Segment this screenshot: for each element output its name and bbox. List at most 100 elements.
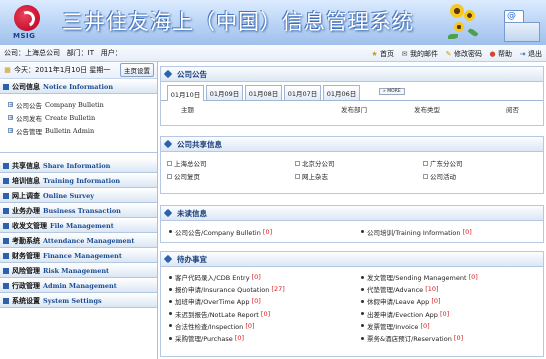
checkbox-icon bbox=[295, 173, 300, 179]
home-settings-button[interactable]: 主页设置 bbox=[120, 63, 154, 77]
sunflower-icon bbox=[450, 4, 464, 18]
expand-icon: + bbox=[8, 115, 14, 121]
shared-info-panel: 公司共享信息 上海总公司 北京分公司 广东分公司 公司复页 网上杂志 公司活动 bbox=[160, 136, 544, 194]
checkbox-icon bbox=[295, 160, 300, 166]
date-tabs: 01月10日 01月09日 01月08日 01月07日 01月06日 » MOR… bbox=[161, 82, 543, 101]
more-button[interactable]: » MORE bbox=[379, 88, 405, 95]
todo-item[interactable]: 未迟到报告/NotLate Report [0] bbox=[169, 308, 361, 320]
todo-panel: 待办事宜 客户代码录入/CDB Entry [0] 发文管理/Sending M… bbox=[160, 251, 544, 357]
todo-list: 客户代码录入/CDB Entry [0] 发文管理/Sending Manage… bbox=[161, 267, 543, 344]
monitor-icon bbox=[504, 22, 540, 42]
nav-help[interactable]: ● 帮助 bbox=[488, 49, 512, 59]
todo-item[interactable]: 客户代码录入/CDB Entry [0] bbox=[169, 271, 361, 283]
shared-link[interactable]: 北京分公司 bbox=[295, 158, 423, 168]
menu-square-icon bbox=[3, 267, 9, 274]
department-label: 部门：IT bbox=[66, 49, 95, 57]
home-icon: ★ bbox=[371, 49, 378, 58]
sidebar-menu-risk[interactable]: 风险管理 Risk Management bbox=[0, 263, 157, 278]
unread-item[interactable]: 公司公告/Company Bulletin [0] bbox=[169, 225, 361, 238]
unread-item[interactable]: 公司培训/Training Information [0] bbox=[361, 225, 472, 238]
sunflower-icon bbox=[464, 10, 475, 21]
submenu-company-bulletin[interactable]: + 公司公告 Company Bulletin bbox=[8, 99, 157, 110]
sidebar-menu-notice[interactable]: 公司信息 Notice Information bbox=[0, 79, 157, 94]
todo-item[interactable]: 发票管理/Invoice [0] bbox=[361, 320, 546, 332]
panel-header: 公司公告 bbox=[161, 67, 543, 82]
announcements-panel: 公司公告 01月10日 01月09日 01月08日 01月07日 01月06日 … bbox=[160, 66, 544, 126]
todo-item[interactable]: 加班申请/OverTime App [0] bbox=[169, 295, 361, 307]
msig-logo: MSIG bbox=[6, 5, 48, 41]
unread-panel: 未读信息 公司公告/Company Bulletin [0] 公司培训/Trai… bbox=[160, 205, 544, 243]
shared-links: 上海总公司 北京分公司 广东分公司 公司复页 网上杂志 公司活动 bbox=[161, 152, 543, 185]
tab-date[interactable]: 01月08日 bbox=[245, 85, 282, 100]
nav-mail[interactable]: ✉ 我的邮件 bbox=[400, 49, 438, 59]
sidebar-menu-attendance[interactable]: 考勤系统 Attendance Management bbox=[0, 233, 157, 248]
expand-icon: + bbox=[8, 128, 14, 134]
calendar-icon: ▦ bbox=[4, 66, 11, 74]
column-header-department: 发布部门 bbox=[341, 106, 367, 114]
bullet-icon bbox=[163, 208, 173, 218]
bullet-icon bbox=[163, 69, 173, 79]
panel-header: 未读信息 bbox=[161, 206, 543, 221]
shared-link[interactable]: 公司复页 bbox=[167, 171, 295, 181]
shared-link[interactable]: 广东分公司 bbox=[423, 158, 543, 168]
sidebar-menu-admin[interactable]: 行政管理 Admin Management bbox=[0, 278, 157, 293]
shared-link[interactable]: 公司活动 bbox=[423, 171, 543, 181]
panel-title: 待办事宜 bbox=[177, 254, 207, 264]
mail-icon: ✉ bbox=[401, 49, 408, 58]
menu-square-icon bbox=[3, 237, 9, 244]
user-label: 用户： bbox=[100, 49, 122, 57]
sidebar-menu-training[interactable]: 培训信息 Training Information bbox=[0, 173, 157, 188]
panel-header: 待办事宜 bbox=[161, 252, 543, 267]
todo-item[interactable]: 报价申请/Insurance Quotation [27] bbox=[169, 283, 361, 295]
tab-date[interactable]: 01月06日 bbox=[323, 85, 360, 100]
sidebar-menu-business[interactable]: 业务办理 Business Transaction bbox=[0, 203, 157, 218]
tab-date[interactable]: 01月07日 bbox=[284, 85, 321, 100]
expand-icon: + bbox=[8, 102, 14, 108]
shared-link[interactable]: 网上杂志 bbox=[295, 171, 423, 181]
tab-date[interactable]: 01月10日 bbox=[167, 85, 204, 101]
checkbox-icon bbox=[167, 160, 172, 166]
header-decoration: @ bbox=[446, 0, 546, 45]
panel-title: 公司共享信息 bbox=[177, 139, 222, 149]
sidebar-menu-settings[interactable]: 系统设置 System Settings bbox=[0, 293, 157, 308]
todo-item[interactable]: 采购管理/Purchase [0] bbox=[169, 332, 361, 344]
todo-item[interactable]: 发文管理/Sending Management [0] bbox=[361, 271, 546, 283]
key-icon: ✎ bbox=[445, 49, 452, 58]
app-header: MSIG 三井住友海上（中国）信息管理系统 @ bbox=[0, 0, 546, 45]
column-header-type: 发布类型 bbox=[414, 106, 440, 114]
todo-item[interactable]: 票务&酒店预订/Reservation [0] bbox=[361, 332, 546, 344]
submenu-create-bulletin[interactable]: + 公司发布 Create Bulletin bbox=[8, 112, 157, 123]
menu-square-icon bbox=[3, 177, 9, 184]
sunflower-icon bbox=[454, 22, 464, 32]
sidebar-menu-share[interactable]: 共享信息 Share Information bbox=[0, 158, 157, 173]
nav-logout[interactable]: ⇥ 退出 bbox=[518, 49, 542, 59]
announcement-columns: 主题 发布部门 发布类型 阅否 bbox=[161, 101, 543, 117]
user-info: 公司：上海总公司 部门：IT 用户： bbox=[4, 48, 122, 58]
sidebar-menu-finance[interactable]: 财务管理 Finance Management bbox=[0, 248, 157, 263]
todo-item[interactable]: 合法性检查/Inspection [0] bbox=[169, 320, 361, 332]
todo-item[interactable]: 出差申请/Evection App [0] bbox=[361, 308, 546, 320]
tab-date[interactable]: 01月09日 bbox=[206, 85, 243, 100]
checkbox-icon bbox=[423, 173, 428, 179]
sidebar-menu-survey[interactable]: 网上调查 Online Survey bbox=[0, 188, 157, 203]
shared-link[interactable]: 上海总公司 bbox=[167, 158, 295, 168]
bullet-icon bbox=[163, 139, 173, 149]
bullet-icon bbox=[163, 254, 173, 264]
main-content: 公司公告 01月10日 01月09日 01月08日 01月07日 01月06日 … bbox=[160, 62, 546, 359]
today-date: ▦ 今天：2011年1月10日 星期一 bbox=[4, 66, 111, 74]
submenu-notice: + 公司公告 Company Bulletin + 公司发布 Create Bullet… bbox=[0, 94, 157, 153]
nav-change-password[interactable]: ✎ 修改密码 bbox=[444, 49, 482, 59]
menu-square-icon bbox=[3, 297, 9, 304]
menu-square-icon bbox=[3, 192, 9, 199]
todo-item[interactable]: 休假申请/Leave App [0] bbox=[361, 295, 546, 307]
submenu-bulletin-admin[interactable]: + 公告管理 Bulletin Admin bbox=[8, 125, 157, 136]
menu-square-icon bbox=[3, 222, 9, 229]
app-title: 三井住友海上（中国）信息管理系统 bbox=[62, 10, 414, 34]
menu-square-icon bbox=[3, 207, 9, 214]
column-header-subject: 主题 bbox=[181, 106, 194, 114]
nav-home[interactable]: ★ 首页 bbox=[370, 49, 394, 59]
todo-item[interactable]: 代垫管理/Advance [10] bbox=[361, 283, 546, 295]
menu-square-icon bbox=[3, 282, 9, 289]
panel-header: 公司共享信息 bbox=[161, 137, 543, 152]
sidebar-menu-file[interactable]: 收发文管理 File Management bbox=[0, 218, 157, 233]
